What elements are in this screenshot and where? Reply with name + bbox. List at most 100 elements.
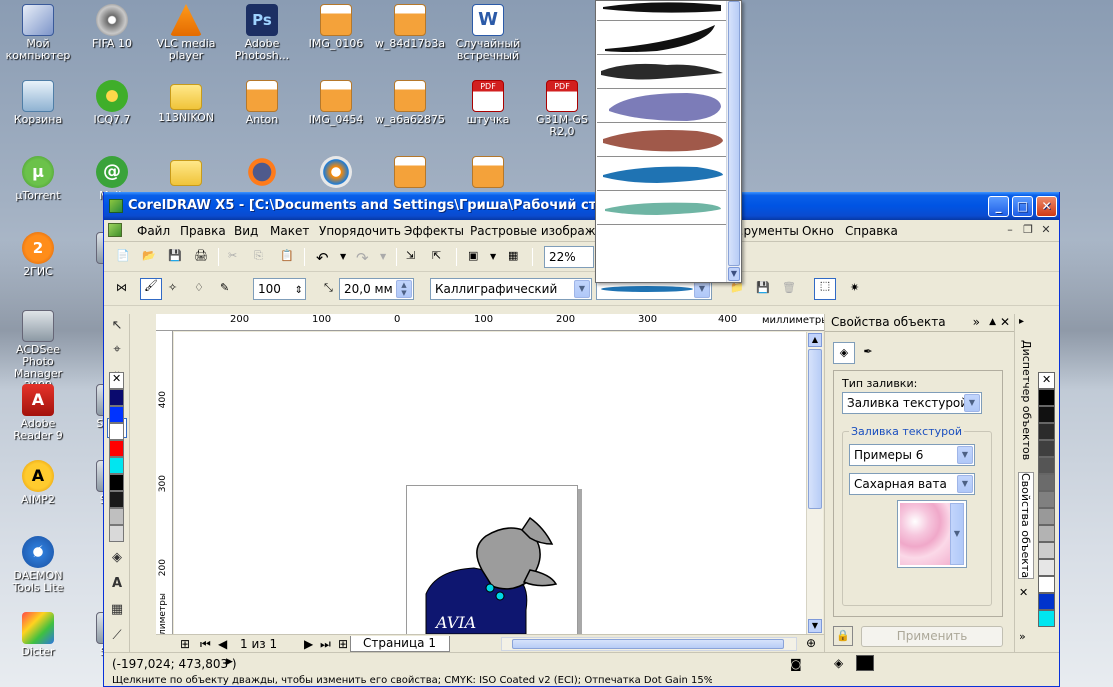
window-titlebar[interactable]: CorelDRAW X5 - [C:\Documents and Setting… — [104, 192, 1059, 220]
desktop-icon[interactable]: JPG w_84d17b3a — [372, 4, 448, 50]
object-properties-tab[interactable]: Свойства объекта — [1018, 472, 1034, 580]
color-swatch[interactable] — [1038, 457, 1055, 474]
apply-button[interactable]: Применить — [861, 626, 1003, 647]
chevron-down-icon[interactable]: ▼ — [964, 394, 980, 412]
add-page-after-icon[interactable]: ⊞ — [338, 637, 348, 651]
redo-dropdown-icon[interactable]: ▼ — [380, 249, 396, 265]
color-swatch[interactable] — [109, 423, 124, 440]
desktop-icon[interactable]: A AIMP2 — [0, 460, 76, 506]
snap-icon[interactable]: ✷ — [850, 281, 866, 297]
pick-tool-icon[interactable]: ↖ — [107, 316, 127, 336]
mirror-horizontal-icon[interactable]: ⋈ — [116, 281, 132, 297]
desktop-icon[interactable]: PNG — [450, 156, 526, 190]
sprayer-icon[interactable]: ✧ — [168, 281, 184, 297]
redo-icon[interactable]: ↷ — [356, 249, 372, 267]
desktop-icon[interactable]: JPG — [372, 156, 448, 190]
color-swatch[interactable] — [1038, 423, 1055, 440]
menu-effects[interactable]: Эффекты — [404, 224, 464, 238]
color-swatch[interactable] — [109, 525, 124, 542]
smoothing-slider-icon[interactable]: ⇕ — [295, 281, 303, 301]
table-tool-icon[interactable]: ▦ — [107, 600, 127, 620]
color-swatch[interactable] — [1038, 559, 1055, 576]
color-swatch[interactable] — [1038, 610, 1055, 627]
doc-close-icon[interactable]: ✕ — [1038, 223, 1054, 238]
text-tool-icon[interactable]: A — [107, 574, 127, 594]
color-swatch[interactable] — [109, 457, 124, 474]
menu-layout[interactable]: Макет — [270, 224, 309, 238]
dimension-tool-icon[interactable]: ⟋ — [107, 626, 127, 646]
color-swatch[interactable] — [1038, 508, 1055, 525]
pressure-icon[interactable]: ✎ — [220, 281, 236, 297]
welcome-screen-icon[interactable]: ▦ — [508, 249, 524, 265]
undo-dropdown-icon[interactable]: ▼ — [340, 249, 356, 265]
export-icon[interactable]: ⇱ — [432, 249, 448, 265]
undo-icon[interactable]: ↶ — [316, 249, 332, 267]
menu-window[interactable]: Окно — [802, 224, 834, 238]
desktop-icon[interactable]: PDF штучка — [450, 80, 526, 126]
color-swatch[interactable] — [1038, 474, 1055, 491]
app-launcher-icon[interactable]: ▣ — [468, 249, 484, 265]
desktop-icon[interactable]: ACDSee Photo Manager 2009 — [0, 310, 76, 392]
docker-close-icon[interactable]: ✕ — [1000, 314, 1010, 331]
preset-mode-dropdown[interactable]: Каллиграфический ▼ — [430, 278, 592, 300]
color-swatch[interactable] — [109, 474, 124, 491]
bounding-box-icon[interactable]: ⬚ — [814, 278, 836, 300]
brush-stroke-picker[interactable]: ▼ — [595, 0, 742, 283]
desktop-icon[interactable]: A Adobe Reader 9 — [0, 384, 76, 442]
new-document-icon[interactable]: 📄 — [116, 249, 132, 265]
chevron-down-icon[interactable]: ▼ — [574, 280, 590, 298]
color-swatch[interactable] — [109, 491, 124, 508]
desktop-icon[interactable]: FIFA 10 — [74, 4, 150, 50]
side-close-icon[interactable]: ✕ — [1019, 586, 1028, 599]
color-swatch[interactable] — [109, 389, 124, 406]
menu-file[interactable]: Файл — [137, 224, 170, 238]
color-swatch[interactable] — [1038, 593, 1055, 610]
menu-view[interactable]: Вид — [234, 224, 258, 238]
object-manager-tab[interactable]: Диспетчер объектов — [1018, 340, 1034, 460]
outline-tab-icon[interactable]: ✒ — [857, 342, 879, 364]
no-color-swatch[interactable]: ✕ — [1038, 372, 1055, 389]
page-tab[interactable]: Страница 1 — [350, 636, 450, 652]
save-stroke-icon[interactable]: 💾 — [756, 281, 772, 297]
brush-stroke-item[interactable] — [597, 21, 726, 55]
color-swatch[interactable] — [1038, 440, 1055, 457]
menu-help[interactable]: Справка — [845, 224, 898, 238]
artistic-media-brush-icon[interactable]: 🖌 — [140, 278, 162, 300]
add-page-before-icon[interactable]: ⊞ — [180, 637, 190, 651]
desktop-icon[interactable]: Мой компьютер — [0, 4, 76, 62]
menu-edit[interactable]: Правка — [180, 224, 226, 238]
picker-scroll-thumb[interactable] — [728, 1, 740, 266]
desktop-icon[interactable]: Корзина — [0, 80, 76, 126]
color-swatch[interactable] — [1038, 406, 1055, 423]
desktop-icon[interactable]: W Случайный встречный — [450, 4, 526, 62]
fill-type-dropdown[interactable]: Заливка текстурой ▼ — [842, 392, 982, 414]
brush-stroke-item[interactable] — [597, 191, 726, 225]
chevron-down-icon[interactable]: ▼ — [957, 446, 973, 464]
scroll-down-icon[interactable]: ▼ — [808, 619, 822, 633]
fill-tab-icon[interactable]: ◈ — [833, 342, 855, 364]
delete-stroke-icon[interactable]: 🗑 — [782, 281, 798, 297]
texture-dropdown[interactable]: Сахарная вата ▼ — [849, 473, 975, 495]
drawing-canvas[interactable]: AVIA — [174, 332, 806, 634]
desktop-icon[interactable]: Dicter — [0, 612, 76, 658]
horizontal-scrollbar[interactable] — [501, 637, 797, 651]
no-color-swatch[interactable]: ✕ — [109, 372, 124, 389]
menu-tools[interactable]: ...рументы — [732, 224, 799, 238]
collapse-icon[interactable]: ▲ — [989, 314, 996, 331]
texture-preview[interactable]: ▼ — [897, 500, 967, 568]
navigator-icon[interactable]: ⊕ — [806, 636, 816, 650]
desktop-icon[interactable] — [148, 156, 224, 188]
desktop-icon[interactable]: 113NIKON — [148, 80, 224, 124]
scroll-up-icon[interactable]: ▲ — [808, 333, 822, 347]
play-icon[interactable]: ▸ — [1019, 316, 1024, 327]
minimize-button[interactable]: _ — [988, 196, 1009, 217]
desktop-icon[interactable]: Ps Adobe Photosh... — [224, 4, 300, 62]
color-swatch[interactable] — [1038, 525, 1055, 542]
desktop-icon[interactable]: JPG Anton — [224, 80, 300, 126]
brush-stroke-item[interactable] — [597, 89, 726, 123]
vertical-scrollbar[interactable]: ▲ ▼ — [806, 332, 823, 634]
basic-shapes-icon[interactable]: ◈ — [107, 548, 127, 568]
fish-drawing[interactable]: AVIA — [174, 332, 806, 634]
color-swatch[interactable] — [109, 406, 124, 423]
calligraphic-icon[interactable]: ♢ — [194, 281, 210, 297]
